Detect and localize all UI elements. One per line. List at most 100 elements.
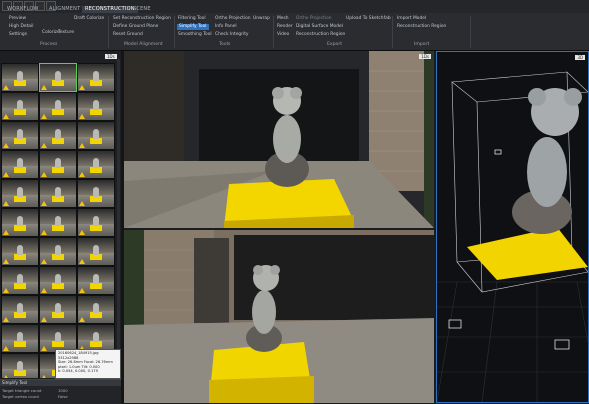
image-thumbnail[interactable] bbox=[1, 150, 39, 179]
thumbnail-statue bbox=[17, 361, 23, 371]
thumbnail-statue bbox=[17, 100, 23, 110]
warning-icon bbox=[3, 317, 9, 322]
image-thumbnail[interactable] bbox=[77, 92, 115, 121]
garage-photo-top bbox=[124, 51, 434, 228]
group-label-export: Export bbox=[327, 42, 343, 47]
property-value-vertex-count[interactable]: False bbox=[58, 394, 68, 399]
image-thumbnail[interactable] bbox=[39, 63, 77, 92]
thumbnail-statue bbox=[93, 216, 99, 226]
thumbnail-statue bbox=[17, 303, 23, 313]
thumbnail-statue bbox=[55, 216, 61, 226]
thumbnail-statue bbox=[17, 129, 23, 139]
warning-icon bbox=[79, 259, 85, 264]
thumbnail-view-label: 1Ds bbox=[105, 54, 117, 59]
smoothing-tool-button[interactable]: Smoothing Tool bbox=[178, 32, 212, 38]
set-reconstruction-region-button[interactable]: Set Reconstruction Region bbox=[113, 16, 171, 22]
thumbnail-statue bbox=[17, 332, 23, 342]
group-separator bbox=[470, 16, 471, 48]
group-label-import: Import bbox=[414, 42, 430, 47]
export-video-button[interactable]: Video bbox=[277, 32, 289, 38]
image-thumbnail[interactable] bbox=[39, 92, 77, 121]
image-thumbnail[interactable] bbox=[1, 295, 39, 324]
high-detail-button[interactable]: High Detail bbox=[9, 24, 33, 30]
warning-icon bbox=[79, 172, 85, 177]
thumbnail-statue bbox=[55, 274, 61, 284]
warning-icon bbox=[3, 288, 9, 293]
property-value-triangle-count[interactable]: 1000 bbox=[58, 388, 68, 393]
thumbnail-statue bbox=[93, 245, 99, 255]
image-thumbnail[interactable] bbox=[1, 208, 39, 237]
thumbnail-statue bbox=[55, 71, 61, 81]
image-thumbnail[interactable] bbox=[1, 353, 39, 378]
settings-button[interactable]: Settings bbox=[9, 32, 27, 38]
image-thumbnail[interactable] bbox=[77, 121, 115, 150]
image-thumbnail[interactable] bbox=[1, 179, 39, 208]
preview-button[interactable]: Preview bbox=[9, 16, 26, 22]
export-reconstruction-region-button[interactable]: Reconstruction Region bbox=[296, 32, 345, 38]
tab-scene[interactable]: SCENE bbox=[130, 6, 154, 12]
viewport-label: 3D bbox=[575, 55, 585, 60]
image-thumbnail[interactable] bbox=[77, 63, 115, 92]
thumbnail-statue bbox=[93, 274, 99, 284]
image-thumbnail[interactable] bbox=[1, 266, 39, 295]
import-reconstruction-region-button[interactable]: Reconstruction Region bbox=[397, 24, 446, 30]
photo-viewport-bottom[interactable] bbox=[124, 230, 434, 403]
image-thumbnail[interactable] bbox=[77, 150, 115, 179]
simplify-tool-button[interactable]: Simplify Tool bbox=[177, 24, 209, 30]
image-thumbnail[interactable] bbox=[1, 121, 39, 150]
draft-colorize-button[interactable]: Draft Colorize bbox=[74, 16, 104, 22]
export-dsm-button[interactable]: Digital Surface Model bbox=[296, 24, 343, 30]
thumbnail-statue bbox=[17, 71, 23, 81]
ortho-projection-tool-button[interactable]: Ortho Projection bbox=[215, 16, 251, 22]
warning-icon bbox=[3, 85, 9, 90]
garage-photo-bottom bbox=[124, 230, 434, 403]
warning-icon bbox=[79, 288, 85, 293]
warning-icon bbox=[3, 201, 9, 206]
image-thumbnail[interactable] bbox=[1, 237, 39, 266]
warning-icon bbox=[79, 85, 85, 90]
filtering-tool-button[interactable]: Filtering Tool bbox=[178, 16, 206, 22]
upload-sketchfab-button[interactable]: Upload To Sketchfab bbox=[346, 16, 391, 22]
property-label: Target vertex count bbox=[2, 394, 40, 399]
image-thumbnail[interactable] bbox=[1, 92, 39, 121]
reset-ground-button[interactable]: Reset Ground bbox=[113, 32, 143, 38]
image-thumbnail[interactable] bbox=[77, 237, 115, 266]
thumbnail-scrollbar[interactable] bbox=[117, 59, 120, 369]
unwrap-button[interactable]: Unwrap bbox=[253, 16, 270, 22]
tab-workflow[interactable]: WORKFLOW bbox=[4, 6, 42, 12]
export-mesh-button[interactable]: Mesh bbox=[277, 16, 289, 22]
photo-viewport-top[interactable]: 1Ds bbox=[124, 51, 434, 228]
image-thumbnail[interactable] bbox=[1, 324, 39, 353]
warning-icon bbox=[79, 114, 85, 119]
thumbnail-statue bbox=[93, 100, 99, 110]
3d-scene-viewport[interactable]: 3D bbox=[436, 51, 589, 403]
image-thumbnail[interactable] bbox=[39, 237, 77, 266]
image-thumbnail[interactable] bbox=[39, 295, 77, 324]
image-thumbnail[interactable] bbox=[77, 295, 115, 324]
image-thumbnail[interactable] bbox=[39, 179, 77, 208]
warning-icon bbox=[3, 259, 9, 264]
thumbnail-statue bbox=[93, 187, 99, 197]
group-label-tools: Tools bbox=[219, 42, 231, 47]
image-thumbnail[interactable] bbox=[77, 179, 115, 208]
info-panel-button[interactable]: Info Panel bbox=[215, 24, 237, 30]
tab-alignment[interactable]: ALIGNMENT bbox=[46, 6, 83, 12]
image-thumbnail[interactable] bbox=[39, 208, 77, 237]
image-thumbnail[interactable] bbox=[39, 150, 77, 179]
thumbnail-statue bbox=[17, 274, 23, 284]
define-ground-plane-button[interactable]: Define Ground Plane bbox=[113, 24, 158, 30]
warning-icon bbox=[3, 143, 9, 148]
import-model-button[interactable]: Import Model bbox=[397, 16, 426, 22]
check-integrity-button[interactable]: Check Integrity bbox=[215, 32, 249, 38]
texture-button[interactable]: Texture bbox=[58, 30, 74, 36]
group-separator bbox=[174, 16, 175, 48]
image-thumbnail[interactable] bbox=[1, 63, 39, 92]
image-thumbnail[interactable] bbox=[77, 208, 115, 237]
export-render-button[interactable]: Render bbox=[277, 24, 293, 30]
image-info-tooltip: 20160624_184915.jpg 5312x2988 Size: 26.8… bbox=[55, 349, 121, 379]
image-thumbnail[interactable] bbox=[77, 266, 115, 295]
thumbnail-statue bbox=[55, 129, 61, 139]
image-thumbnail[interactable] bbox=[39, 121, 77, 150]
image-thumbnail[interactable] bbox=[39, 266, 77, 295]
export-ortho-projection-button[interactable]: Ortho Projection bbox=[296, 16, 332, 22]
